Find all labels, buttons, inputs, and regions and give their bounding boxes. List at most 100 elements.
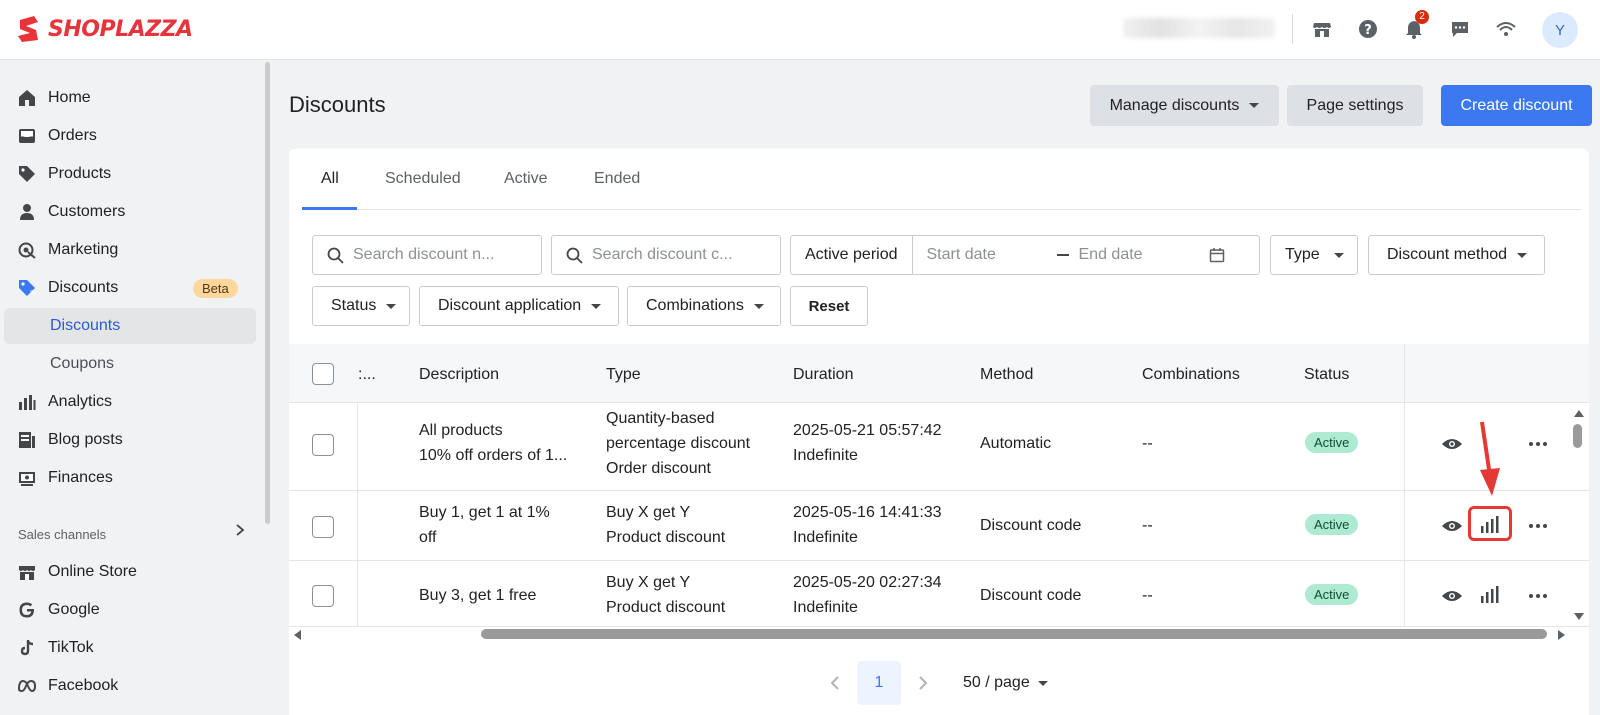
- discount-application-label: Discount application: [438, 297, 582, 314]
- tab-ended[interactable]: Ended: [594, 170, 640, 188]
- discount-method-filter[interactable]: Discount method: [1368, 235, 1545, 275]
- caret-down-icon: [1517, 252, 1528, 258]
- tag-icon: [16, 163, 38, 185]
- sidebar-item-customers[interactable]: Customers: [4, 194, 256, 230]
- sidebar-item-marketing[interactable]: Marketing: [4, 232, 256, 268]
- sidebar-item-finances[interactable]: Finances: [4, 460, 256, 496]
- create-discount-button[interactable]: Create discount: [1441, 85, 1592, 126]
- view-icon[interactable]: [1440, 584, 1464, 608]
- sidebar-item-label: Analytics: [48, 393, 113, 410]
- status-badge: Active: [1305, 584, 1359, 605]
- row-description: All products 10% off orders of 1...: [419, 418, 567, 468]
- view-icon[interactable]: [1440, 432, 1464, 456]
- row-checkbox[interactable]: [312, 516, 334, 538]
- row-method: Discount code: [980, 517, 1082, 534]
- calendar-icon[interactable]: [1209, 247, 1225, 263]
- sidebar-item-home[interactable]: Home: [4, 80, 256, 116]
- tab-all[interactable]: All: [321, 170, 339, 188]
- sales-channels-title: Sales channels: [18, 527, 107, 542]
- home-icon: [16, 87, 38, 109]
- type-line: Product discount: [606, 529, 726, 546]
- type-filter[interactable]: Type: [1270, 235, 1358, 275]
- page-size-label: 50 / page: [963, 674, 1030, 691]
- previous-page-icon[interactable]: [829, 675, 841, 691]
- status-filter[interactable]: Status: [312, 286, 410, 326]
- search-name-placeholder: Search discount n...: [353, 246, 495, 263]
- status-badge: Active: [1305, 432, 1359, 453]
- sidebar-item-label: Facebook: [48, 677, 119, 694]
- combinations-filter[interactable]: Combinations: [627, 286, 781, 326]
- search-code-input[interactable]: Search discount c...: [551, 235, 781, 275]
- manage-discounts-button[interactable]: Manage discounts: [1090, 85, 1279, 126]
- more-options-icon[interactable]: [1526, 584, 1550, 608]
- store-icon[interactable]: [1309, 16, 1335, 42]
- active-period-filter[interactable]: Active period Start date End date: [790, 235, 1260, 275]
- finances-icon: [16, 467, 38, 489]
- svg-text:?: ?: [1364, 23, 1372, 38]
- page-settings-button[interactable]: Page settings: [1287, 85, 1423, 126]
- sidebar-item-products[interactable]: Products: [4, 156, 256, 192]
- help-icon[interactable]: ?: [1355, 16, 1381, 42]
- sidebar-channel-facebook[interactable]: Facebook: [4, 668, 256, 704]
- column-header-method[interactable]: Method: [980, 366, 1033, 384]
- sidebar-subitem-discounts[interactable]: Discounts: [4, 308, 256, 344]
- sidebar-item-orders[interactable]: Orders: [4, 118, 256, 154]
- row-checkbox[interactable]: [312, 585, 334, 607]
- more-options-icon[interactable]: [1526, 514, 1550, 538]
- sidebar-channel-google[interactable]: Google: [4, 592, 256, 628]
- scroll-up-icon[interactable]: [1573, 408, 1585, 418]
- sidebar-channel-online-store[interactable]: Online Store: [4, 554, 256, 590]
- row-description: Buy 1, get 1 at 1% off: [419, 500, 550, 550]
- status-filter-label: Status: [331, 297, 377, 314]
- top-bar: SHOPLAZZA ? 2 Y: [0, 0, 1600, 60]
- column-header-truncated: :...: [358, 366, 376, 383]
- chevron-right-icon[interactable]: [233, 522, 247, 542]
- sidebar-item-label: Online Store: [48, 563, 137, 580]
- type-line: Buy X get Y: [606, 574, 691, 591]
- column-header-combinations[interactable]: Combinations: [1142, 366, 1240, 384]
- column-header-type[interactable]: Type: [606, 366, 641, 384]
- column-header-duration[interactable]: Duration: [793, 366, 853, 384]
- start-date-input[interactable]: Start date: [927, 246, 1047, 264]
- column-header-status[interactable]: Status: [1304, 366, 1349, 384]
- scroll-down-icon[interactable]: [1573, 612, 1585, 622]
- discount-application-filter[interactable]: Discount application: [419, 286, 619, 326]
- sidebar-item-label: Orders: [48, 127, 97, 144]
- row-checkbox[interactable]: [312, 434, 334, 456]
- scroll-left-icon[interactable]: [292, 629, 302, 641]
- sidebar-item-analytics[interactable]: Analytics: [4, 384, 256, 420]
- sidebar-scrollbar[interactable]: [265, 62, 270, 524]
- shoplazza-logo[interactable]: SHOPLAZZA: [16, 14, 193, 44]
- annotation-arrow-icon: [1480, 421, 1500, 496]
- column-header-description[interactable]: Description: [419, 366, 499, 384]
- wifi-icon[interactable]: [1493, 16, 1519, 42]
- end-date-input[interactable]: End date: [1079, 246, 1209, 264]
- divider: [1292, 14, 1293, 44]
- sidebar-subitem-coupons[interactable]: Coupons: [4, 346, 256, 382]
- chat-icon[interactable]: [1447, 16, 1473, 42]
- caret-down-icon: [1037, 680, 1048, 686]
- avatar[interactable]: Y: [1542, 12, 1578, 48]
- more-options-icon[interactable]: [1526, 432, 1550, 456]
- beta-badge: Beta: [193, 279, 238, 298]
- reset-button[interactable]: Reset: [790, 286, 868, 326]
- scroll-right-icon[interactable]: [1557, 629, 1567, 641]
- description-line: Buy 3, get 1 free: [419, 587, 537, 604]
- page-size-select[interactable]: 50 / page: [963, 674, 1048, 692]
- sidebar-item-label: Google: [48, 601, 100, 618]
- view-icon[interactable]: [1440, 514, 1464, 538]
- horizontal-scrollbar-thumb[interactable]: [481, 629, 1547, 639]
- tab-active[interactable]: Active: [504, 170, 548, 188]
- search-name-input[interactable]: Search discount n...: [312, 235, 542, 275]
- bell-icon[interactable]: 2: [1401, 10, 1429, 42]
- tab-scheduled[interactable]: Scheduled: [385, 170, 461, 188]
- sidebar-item-blog-posts[interactable]: Blog posts: [4, 422, 256, 458]
- vertical-scrollbar-thumb[interactable]: [1573, 424, 1582, 448]
- sidebar-channel-tiktok[interactable]: TikTok: [4, 630, 256, 666]
- sidebar-item-label: Blog posts: [48, 431, 123, 448]
- next-page-icon[interactable]: [917, 675, 929, 691]
- analytics-bar-icon[interactable]: [1478, 582, 1502, 606]
- page-number-current[interactable]: 1: [857, 661, 901, 705]
- select-all-checkbox[interactable]: [312, 363, 334, 385]
- store-name-blurred[interactable]: [1123, 18, 1275, 38]
